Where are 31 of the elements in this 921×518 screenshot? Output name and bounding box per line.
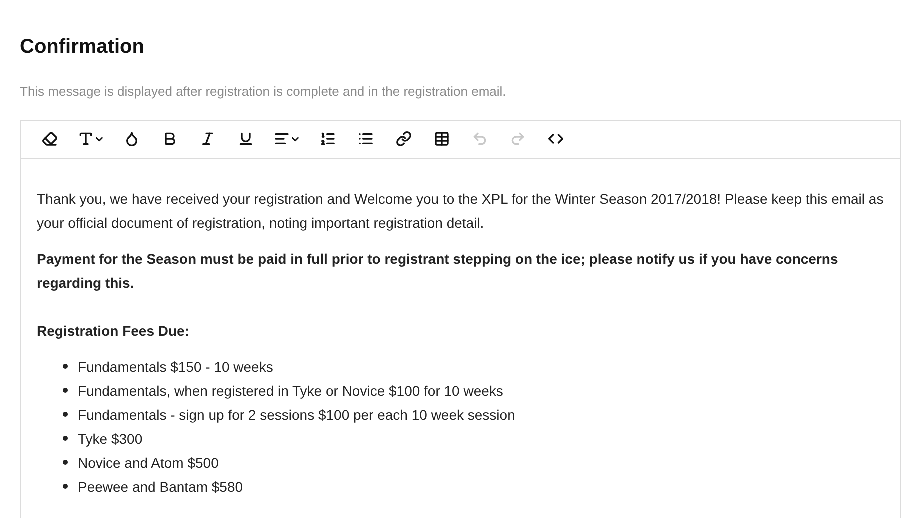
ordered-list-icon [320, 131, 336, 147]
link-icon [396, 131, 412, 147]
italic-icon [200, 131, 216, 147]
bullet-icon [63, 460, 68, 465]
body-paragraph: Thank you, we have received your registration and Welcome you to the XPL for the Winter Season 2017/2018! Please keep this email as your official document of registration, noting important registration detail. [37, 190, 884, 233]
bold-icon [162, 131, 178, 147]
align-icon [274, 131, 290, 147]
bullet-icon [63, 388, 68, 393]
undo-icon [472, 131, 488, 147]
table-icon [434, 131, 450, 147]
bold-paragraph: Payment for the Season must be paid in full prior to registrant stepping on the ice; please notify us if you have concerns regarding this. [37, 250, 840, 293]
color-icon [124, 131, 140, 147]
bullet-icon [63, 412, 68, 417]
bullet-list-icon [358, 131, 374, 147]
bullet-icon [63, 364, 68, 369]
description-text: This message is displayed after registration is complete and in the registration email. [20, 83, 508, 101]
code-icon [548, 131, 564, 147]
eraser-icon [42, 131, 58, 147]
bold-paragraph: Registration Fees Due: [37, 322, 190, 341]
bullet-icon [63, 484, 68, 489]
section-title: Confirmation [20, 35, 146, 60]
bullet-icon [63, 436, 68, 441]
list-item: Fundamentals - sign up for 2 sessions $100 per each 10 week session [78, 406, 516, 425]
list-item: Novice and Atom $500 [78, 454, 219, 472]
list-item: Fundamentals $150 - 10 weeks [78, 358, 274, 376]
font-size-icon [78, 131, 94, 147]
list-item: Tyke $300 [78, 430, 143, 449]
list-item: Peewee and Bantam $580 [78, 478, 244, 496]
redo-icon [510, 131, 526, 147]
list-item: Fundamentals, when registered in Tyke or Novice $100 for 10 weeks [78, 382, 504, 401]
underline-icon [238, 131, 254, 147]
